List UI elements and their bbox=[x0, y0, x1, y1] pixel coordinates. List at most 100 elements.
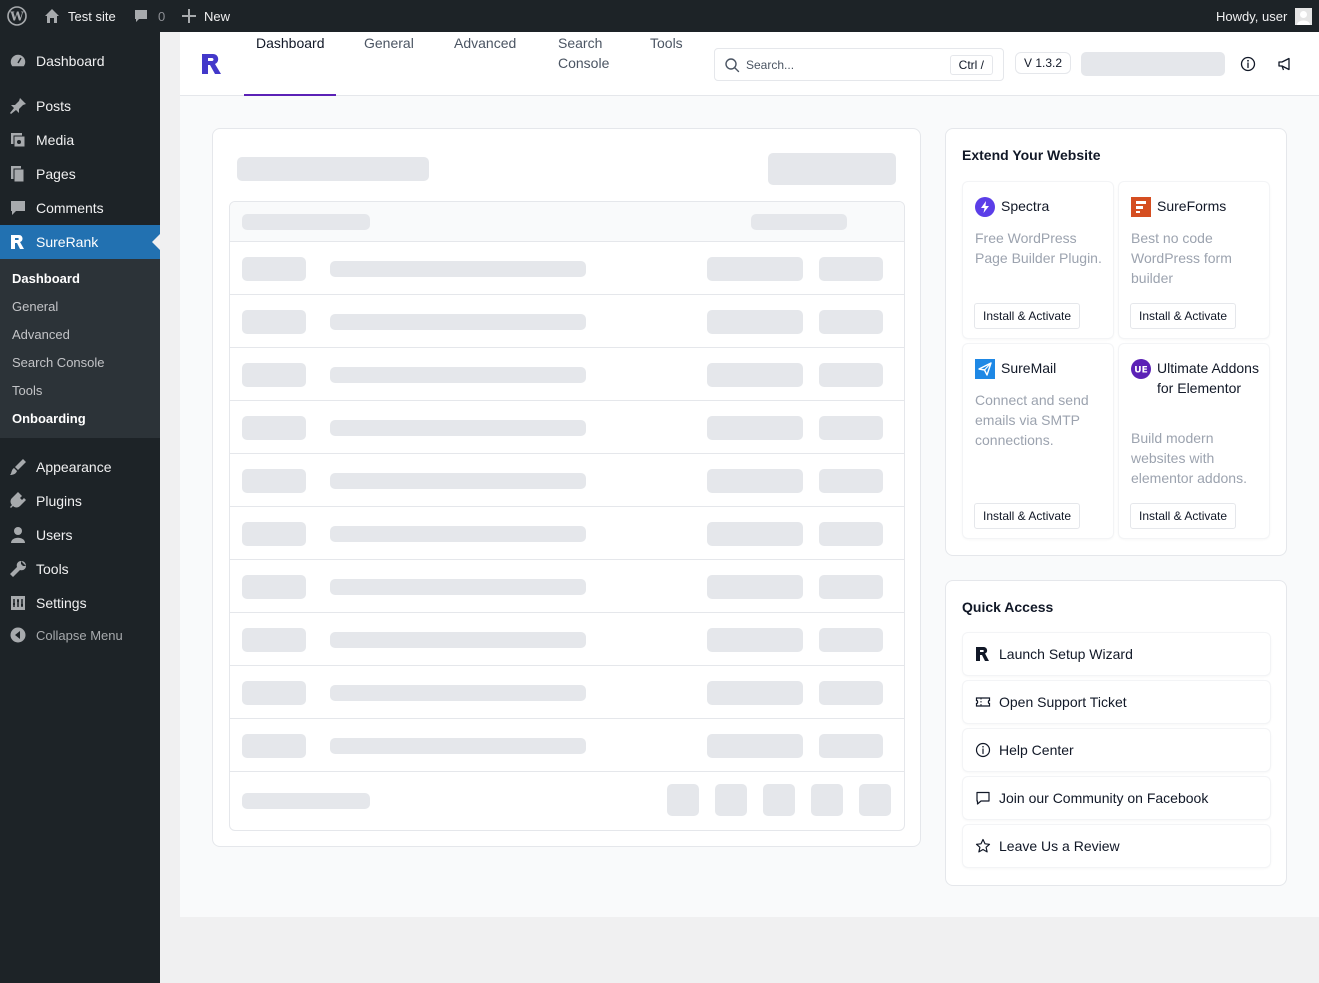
loading-placeholder bbox=[330, 632, 586, 648]
sidebar-item-media[interactable]: Media bbox=[0, 123, 160, 157]
search-shortcut-badge: Ctrl / bbox=[949, 55, 993, 75]
plug-icon bbox=[0, 484, 36, 518]
submenu-item-tools[interactable]: Tools bbox=[12, 376, 42, 404]
table-row bbox=[230, 295, 904, 348]
wordpress-logo-icon[interactable]: W bbox=[7, 0, 27, 32]
loading-placeholder bbox=[330, 420, 586, 436]
tab-tools[interactable]: Tools bbox=[650, 32, 683, 53]
loading-placeholder bbox=[330, 579, 586, 595]
sidebar-item-label: Media bbox=[36, 132, 75, 148]
suremail-logo-icon bbox=[975, 359, 995, 379]
surerank-icon bbox=[0, 225, 36, 259]
info-icon[interactable] bbox=[1240, 56, 1256, 77]
loading-placeholder bbox=[237, 157, 429, 181]
new-content-link[interactable]: New bbox=[182, 0, 230, 32]
quick-access-help-center[interactable]: Help Center bbox=[962, 728, 1271, 772]
loading-placeholder bbox=[242, 310, 306, 334]
plugin-tile-sureforms: SureForms Best no code WordPress form bu… bbox=[1118, 181, 1270, 339]
pagination-placeholder bbox=[763, 784, 795, 816]
loading-placeholder bbox=[707, 416, 803, 440]
sidebar-item-pages[interactable]: Pages bbox=[0, 157, 160, 191]
install-activate-button[interactable]: Install & Activate bbox=[1130, 303, 1237, 329]
star-icon bbox=[963, 838, 999, 854]
sidebar-item-tools[interactable]: Tools bbox=[0, 552, 160, 586]
new-label: New bbox=[204, 8, 231, 24]
install-activate-button[interactable]: Install & Activate bbox=[1130, 503, 1237, 529]
table-row bbox=[230, 560, 904, 613]
submenu-item-advanced[interactable]: Advanced bbox=[12, 320, 70, 348]
avatar bbox=[1295, 7, 1313, 25]
quick-access-setup-wizard[interactable]: Launch Setup Wizard bbox=[962, 632, 1271, 676]
pagination-placeholder bbox=[667, 784, 699, 816]
loading-placeholder bbox=[330, 526, 586, 542]
admin-sidebar: Dashboard Posts Media Pages Comments Sur… bbox=[0, 32, 160, 983]
submenu-item-general[interactable]: General bbox=[12, 292, 58, 320]
quick-access-label: Launch Setup Wizard bbox=[999, 646, 1133, 662]
install-activate-button[interactable]: Install & Activate bbox=[974, 303, 1081, 329]
table-row bbox=[230, 613, 904, 666]
wrench-icon bbox=[0, 552, 36, 586]
comments-count: 0 bbox=[158, 8, 166, 24]
main-content: Dashboard General Advanced Search Consol… bbox=[180, 32, 1319, 917]
sidebar-item-surerank[interactable]: SureRank bbox=[0, 225, 160, 259]
sidebar-item-label: Comments bbox=[36, 200, 104, 216]
loading-placeholder bbox=[707, 522, 803, 546]
tab-dashboard[interactable]: Dashboard bbox=[256, 32, 325, 53]
table-row bbox=[230, 666, 904, 719]
plugin-tile-suremail: SureMail Connect and send emails via SMT… bbox=[962, 343, 1114, 539]
table-header bbox=[230, 202, 904, 242]
surerank-logo-icon[interactable] bbox=[200, 52, 224, 81]
ticket-icon bbox=[963, 694, 999, 710]
submenu-item-dashboard[interactable]: Dashboard bbox=[12, 264, 80, 292]
sidebar-item-users[interactable]: Users bbox=[0, 518, 160, 552]
loading-placeholder bbox=[242, 522, 306, 546]
loading-placeholder bbox=[330, 367, 586, 383]
sidebar-item-posts[interactable]: Posts bbox=[0, 89, 160, 123]
loading-placeholder bbox=[819, 363, 883, 387]
loading-placeholder bbox=[707, 734, 803, 758]
quick-access-support-ticket[interactable]: Open Support Ticket bbox=[962, 680, 1271, 724]
user-icon bbox=[0, 518, 36, 552]
sidebar-item-appearance[interactable]: Appearance bbox=[0, 450, 160, 484]
loading-placeholder bbox=[242, 681, 306, 705]
sidebar-item-label: Dashboard bbox=[36, 53, 105, 69]
tab-search-console[interactable]: Search Console bbox=[558, 32, 609, 73]
submenu-item-onboarding[interactable]: Onboarding bbox=[12, 404, 86, 432]
sidebar-item-comments[interactable]: Comments bbox=[0, 191, 160, 225]
loading-table bbox=[229, 201, 905, 831]
comments-link[interactable]: 0 bbox=[133, 0, 165, 32]
loading-placeholder bbox=[242, 214, 370, 230]
tab-general[interactable]: General bbox=[364, 32, 414, 53]
surerank-submenu: Dashboard General Advanced Search Consol… bbox=[0, 259, 160, 438]
sidebar-item-plugins[interactable]: Plugins bbox=[0, 484, 160, 518]
brush-icon bbox=[0, 450, 36, 484]
search-input[interactable]: Search... Ctrl / bbox=[714, 48, 1004, 81]
loading-placeholder bbox=[707, 363, 803, 387]
pagination-placeholder bbox=[859, 784, 891, 816]
plugin-name: Spectra bbox=[1001, 198, 1050, 214]
sidebar-item-settings[interactable]: Settings bbox=[0, 586, 160, 620]
quick-access-facebook-community[interactable]: Join our Community on Facebook bbox=[962, 776, 1271, 820]
my-account-link[interactable]: Howdy, user bbox=[1216, 0, 1313, 32]
sidebar-item-dashboard[interactable]: Dashboard bbox=[0, 44, 160, 78]
version-badge: V 1.3.2 bbox=[1015, 52, 1072, 74]
svg-text:UE: UE bbox=[1134, 366, 1147, 376]
table-row bbox=[230, 507, 904, 560]
loading-placeholder bbox=[819, 575, 883, 599]
loading-placeholder bbox=[819, 257, 883, 281]
quick-access-leave-review[interactable]: Leave Us a Review bbox=[962, 824, 1271, 868]
megaphone-icon[interactable] bbox=[1277, 56, 1293, 77]
sidebar-item-label: Users bbox=[36, 527, 73, 543]
install-activate-button[interactable]: Install & Activate bbox=[974, 503, 1081, 529]
tab-advanced[interactable]: Advanced bbox=[454, 32, 516, 53]
svg-text:W: W bbox=[9, 10, 24, 24]
loading-placeholder bbox=[242, 734, 306, 758]
quick-access-title: Quick Access bbox=[962, 599, 1054, 615]
collapse-menu-button[interactable]: Collapse Menu bbox=[0, 618, 160, 652]
submenu-item-search-console[interactable]: Search Console bbox=[12, 348, 105, 376]
site-name-link[interactable]: Test site bbox=[44, 0, 116, 32]
pagination-placeholder bbox=[715, 784, 747, 816]
plugin-name: Ultimate Addons for Elementor bbox=[1157, 360, 1259, 396]
table-row bbox=[230, 242, 904, 295]
loading-placeholder bbox=[330, 685, 586, 701]
